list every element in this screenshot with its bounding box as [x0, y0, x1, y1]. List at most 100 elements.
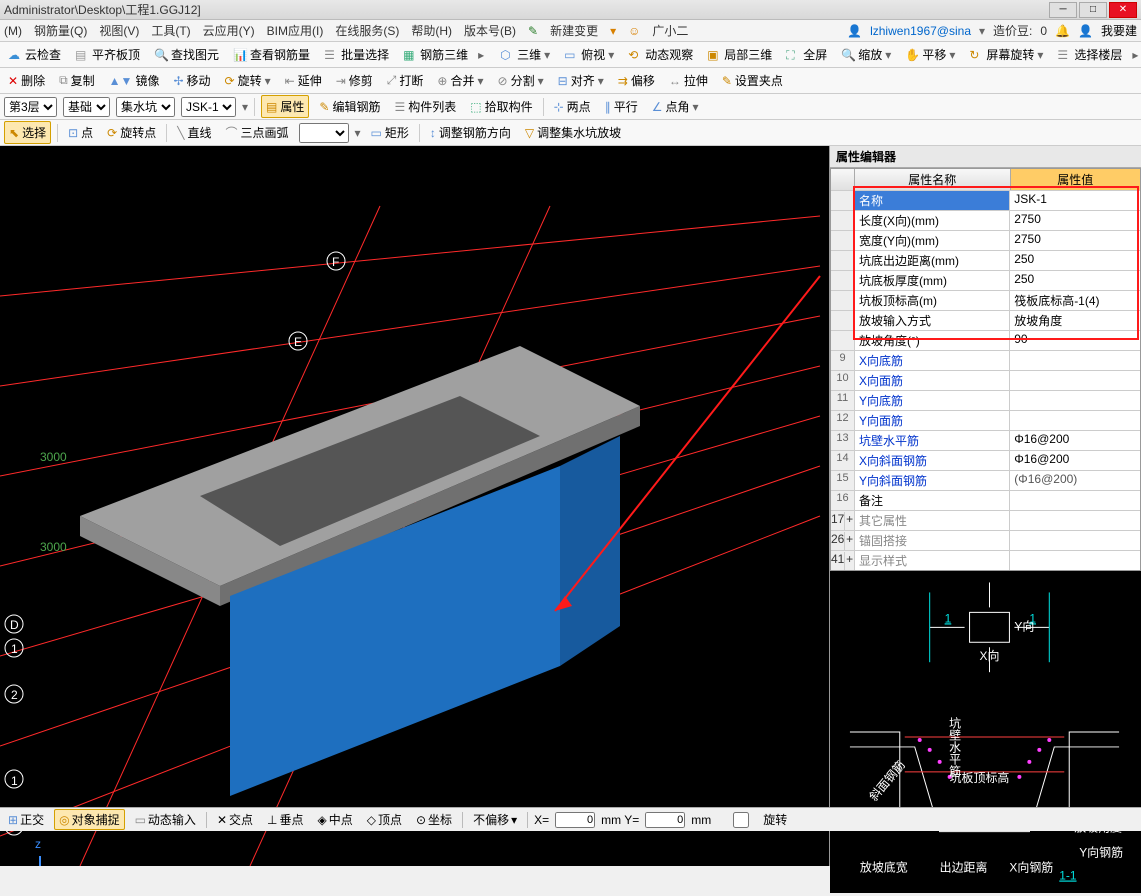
prop-row[interactable]: 16备注: [831, 490, 1140, 510]
selfloor-button[interactable]: ☰选择楼层: [1053, 44, 1126, 65]
align-button[interactable]: ⊟对齐▾: [554, 70, 608, 91]
local3d-button[interactable]: ▣局部三维: [703, 44, 776, 65]
trim-button[interactable]: ⇥修剪: [332, 70, 377, 91]
line-button[interactable]: ╲直线: [173, 122, 215, 143]
rotate-toggle[interactable]: 旋转: [717, 810, 791, 829]
prop-row[interactable]: 10X向面筋: [831, 370, 1140, 390]
rotpt-button[interactable]: ⟳旋转点: [103, 122, 160, 143]
batch-select-button[interactable]: ☰批量选择: [320, 44, 393, 65]
parallel-button[interactable]: ∥平行: [601, 96, 642, 117]
topview-button[interactable]: ▭俯视▾: [560, 44, 618, 65]
minimize-button[interactable]: ─: [1049, 2, 1077, 18]
shape-select[interactable]: [299, 123, 349, 143]
arc-button[interactable]: ⌒三点画弧: [221, 122, 292, 143]
select-button[interactable]: ⬉选择: [4, 121, 51, 144]
pan-button[interactable]: ✋平移▾: [901, 44, 959, 65]
prop-row[interactable]: 名称JSK-1: [831, 190, 1140, 210]
prop-row[interactable]: 放坡输入方式放坡角度: [831, 310, 1140, 330]
avatar-icon[interactable]: 👤: [1078, 24, 1093, 38]
prop-row[interactable]: 坑底板厚度(mm)250: [831, 270, 1140, 290]
perp-toggle[interactable]: ⊥垂点: [263, 810, 307, 829]
new-change[interactable]: 新建变更: [550, 22, 598, 39]
mirror-button[interactable]: ▲▼镜像: [105, 70, 164, 91]
menu-online[interactable]: 在线服务(S): [335, 22, 399, 39]
prop-row[interactable]: 坑板顶标高(m)筏板底标高-1(4): [831, 290, 1140, 310]
angle-button[interactable]: ∠点角▾: [648, 96, 703, 117]
attr-button[interactable]: ▤属性: [261, 95, 309, 118]
xpt-toggle[interactable]: ✕交点: [213, 810, 257, 829]
rotate-button[interactable]: ⟳旋转▾: [221, 70, 275, 91]
x-input[interactable]: [555, 812, 595, 828]
y-input[interactable]: [645, 812, 685, 828]
menu-m[interactable]: (M): [4, 24, 22, 38]
menu-help[interactable]: 帮助(H): [411, 22, 452, 39]
cloud-check-button[interactable]: ☁云检查: [4, 44, 65, 65]
user-name[interactable]: lzhiwen1967@sina: [870, 24, 971, 38]
nooffset-toggle[interactable]: 不偏移▾: [469, 810, 521, 829]
category-select[interactable]: 基础: [63, 97, 110, 117]
pick-button[interactable]: ⬚拾取构件: [466, 96, 536, 117]
prop-group-row[interactable]: 41+显示样式: [831, 550, 1140, 570]
twopt-button[interactable]: ⊹两点: [550, 96, 595, 117]
prop-group-row[interactable]: 17+其它属性: [831, 510, 1140, 530]
delete-button[interactable]: ✕删除: [4, 70, 49, 91]
orbit-button[interactable]: ⟲动态观察: [624, 44, 697, 65]
menu-tools[interactable]: 工具(T): [151, 22, 190, 39]
prop-row[interactable]: 9X向底筋: [831, 350, 1140, 370]
menu-cloud[interactable]: 云应用(Y): [203, 22, 255, 39]
name-select[interactable]: JSK-1: [181, 97, 236, 117]
copy-button[interactable]: ⧉复制: [55, 70, 99, 91]
want-build[interactable]: 我要建: [1101, 22, 1137, 39]
adjslope-button[interactable]: ▽调整集水坑放坡: [521, 122, 625, 143]
find-element-button[interactable]: 🔍查找图元: [150, 44, 223, 65]
rebar3d-button[interactable]: ▦钢筋三维: [399, 44, 472, 65]
menu-view[interactable]: 视图(V): [99, 22, 139, 39]
offset-button[interactable]: ⇉偏移: [614, 70, 659, 91]
property-grid[interactable]: 属性名称 属性值 名称JSK-1长度(X向)(mm)2750宽度(Y向)(mm)…: [830, 168, 1141, 571]
floor-select[interactable]: 第3层: [4, 97, 57, 117]
3d-button[interactable]: ⬡三维▾: [496, 44, 554, 65]
prop-group-row[interactable]: 26+锚固搭接: [831, 530, 1140, 550]
vert-toggle[interactable]: ◇顶点: [363, 810, 406, 829]
move-button[interactable]: ✢移动: [169, 70, 214, 91]
fullscreen-button[interactable]: ⛶全屏: [782, 44, 831, 65]
editrebar-button[interactable]: ✎编辑钢筋: [315, 96, 384, 117]
ortho-toggle[interactable]: ⊞正交: [4, 810, 48, 829]
maximize-button[interactable]: □: [1079, 2, 1107, 18]
rect-button[interactable]: ▭矩形: [367, 122, 413, 143]
menu-rebar[interactable]: 钢筋量(Q): [34, 22, 87, 39]
extend-button[interactable]: ⇤延伸: [281, 70, 326, 91]
merge-button[interactable]: ⊕合并▾: [433, 70, 487, 91]
prop-row[interactable]: 长度(X向)(mm)2750: [831, 210, 1140, 230]
list-button[interactable]: ☰构件列表: [390, 96, 460, 117]
close-button[interactable]: ✕: [1109, 2, 1137, 18]
stretch-button[interactable]: ↔拉伸: [665, 70, 712, 91]
prop-row[interactable]: 13坑壁水平筋Φ16@200: [831, 430, 1140, 450]
prop-row[interactable]: 放坡角度(°)90: [831, 330, 1140, 350]
prop-row[interactable]: 12Y向面筋: [831, 410, 1140, 430]
screenrot-button[interactable]: ↻屏幕旋转▾: [965, 44, 1047, 65]
prop-row[interactable]: 坑底出边距离(mm)250: [831, 250, 1140, 270]
tan-toggle[interactable]: ⊙坐标: [412, 810, 456, 829]
adjdir-button[interactable]: ↕调整钢筋方向: [426, 122, 515, 143]
prop-row[interactable]: 宽度(Y向)(mm)2750: [831, 230, 1140, 250]
dyninput-toggle[interactable]: ▭动态输入: [131, 810, 200, 829]
bell-icon[interactable]: 🔔: [1055, 24, 1070, 38]
mid-toggle[interactable]: ◈中点: [313, 810, 356, 829]
zoom-button[interactable]: 🔍缩放▾: [837, 44, 895, 65]
grip-button[interactable]: ✎设置夹点: [718, 70, 787, 91]
menu-bim[interactable]: BIM应用(I): [267, 22, 324, 39]
break-button[interactable]: ⤢打断: [383, 70, 428, 91]
split-button[interactable]: ⊘分割▾: [494, 70, 548, 91]
point-button[interactable]: ⊡点: [64, 122, 97, 143]
prop-row[interactable]: 14X向斜面钢筋Φ16@200: [831, 450, 1140, 470]
type-select[interactable]: 集水坑: [116, 97, 175, 117]
menu-version[interactable]: 版本号(B): [464, 22, 516, 39]
prop-row[interactable]: 11Y向底筋: [831, 390, 1140, 410]
prop-row[interactable]: 15Y向斜面钢筋(Φ16@200): [831, 470, 1140, 490]
view-rebar-button[interactable]: 📊查看钢筋量: [229, 44, 314, 65]
guangxiaoer[interactable]: 广小二: [652, 22, 688, 39]
snap-toggle[interactable]: ◎对象捕捉: [54, 809, 125, 830]
flush-button[interactable]: ▤平齐板顶: [71, 44, 144, 65]
3d-viewport[interactable]: 3000 3000 E F D 1 2 1 5: [0, 146, 829, 866]
